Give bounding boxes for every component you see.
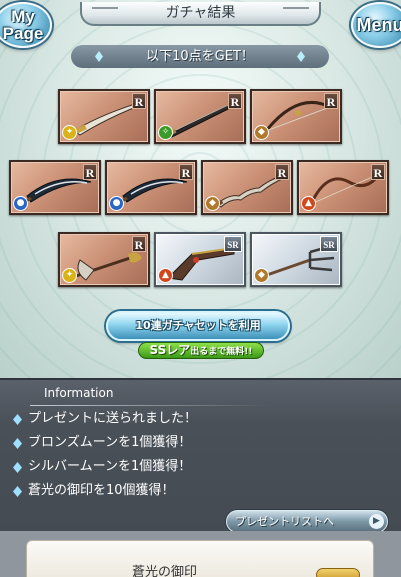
rarity-badge: R (179, 164, 193, 180)
item-detail-name: 蒼光の御印 (132, 565, 198, 577)
info-line-text: プレゼントに送られました！ (28, 411, 198, 426)
rarity-badge: R (371, 164, 385, 180)
item-card-3[interactable]: R ◆ (250, 89, 342, 144)
ss-rare-prefix: SSレア (149, 343, 191, 357)
info-line-text: 蒼光の御印を10個獲得！ (28, 483, 175, 498)
play-arrow-icon: ▶ (369, 514, 384, 529)
information-title: Information (44, 386, 114, 400)
rarity-badge: R (228, 93, 242, 109)
water-element-icon: ● (109, 196, 124, 211)
gacha-set-button[interactable]: 10連ガチャセットを利用 (106, 311, 290, 341)
information-panel: Information プレゼントに送られました！ ブロンズムーンを1個獲得！ … (0, 378, 401, 533)
info-line: シルバームーンを1個獲得！ (12, 458, 382, 476)
gem-icon (297, 51, 305, 62)
item-detail-tag (316, 568, 360, 577)
present-list-button[interactable]: プレゼントリストへ ▶ (226, 510, 388, 533)
gem-bullet-icon (13, 462, 22, 473)
present-list-label: プレゼントリストへ (235, 515, 334, 528)
item-card-9[interactable]: SR ▲ (154, 232, 246, 287)
rarity-badge: SR (224, 236, 242, 252)
item-card-7[interactable]: R ▲ (297, 160, 389, 215)
fire-element-icon: ▲ (158, 268, 173, 283)
gacha-result-stage: My Page ガチャ結果 Menu 以下10点をGET！ R ✦ R ✧ R … (0, 0, 401, 378)
gem-icon (95, 51, 103, 62)
banner-ornament-right (283, 7, 309, 17)
info-line: 蒼光の御印を10個獲得！ (12, 482, 382, 500)
rarity-badge: R (324, 93, 338, 109)
bottom-area: 蒼光の御印 (0, 531, 401, 577)
rarity-badge: R (132, 93, 146, 109)
earth-element-icon: ◆ (205, 196, 220, 211)
item-card-1[interactable]: R ✦ (58, 89, 150, 144)
wind-element-icon: ✧ (158, 125, 173, 140)
gem-bullet-icon (13, 486, 22, 497)
item-card-5[interactable]: R ● (105, 160, 197, 215)
gem-bullet-icon (13, 414, 22, 425)
gacha-set-button-label: 10連ガチャセットを利用 (135, 319, 261, 332)
item-card-4[interactable]: R ● (9, 160, 101, 215)
rarity-badge: R (132, 236, 146, 252)
light-element-icon: ✦ (62, 268, 77, 283)
info-line: プレゼントに送られました！ (12, 410, 382, 428)
info-line-text: シルバームーンを1個獲得！ (28, 459, 192, 474)
fire-element-icon: ▲ (301, 196, 316, 211)
earth-element-icon: ◆ (254, 125, 269, 140)
ss-rare-suffix: 出るまで無料!! (190, 347, 253, 357)
menu-label: Menu (356, 15, 401, 35)
my-page-button[interactable]: My Page (0, 2, 52, 48)
rarity-badge: SR (320, 236, 338, 252)
item-card-8[interactable]: R ✦ (58, 232, 150, 287)
get-banner: 以下10点をGET！ (71, 45, 329, 68)
light-element-icon: ✦ (62, 125, 77, 140)
water-element-icon: ● (13, 196, 28, 211)
info-line: ブロンズムーンを1個獲得！ (12, 434, 382, 452)
item-card-10[interactable]: SR ◆ (250, 232, 342, 287)
my-page-label-bottom: Page (2, 24, 44, 43)
gem-bullet-icon (13, 438, 22, 449)
ss-rare-ribbon: SSレア出るまで無料!! (138, 342, 264, 359)
page-title-banner: ガチャ結果 (80, 2, 321, 26)
information-divider (30, 405, 270, 406)
page-title: ガチャ結果 (165, 5, 236, 21)
get-banner-text: 以下10点をGET！ (146, 49, 254, 64)
rarity-badge: R (83, 164, 97, 180)
banner-ornament-left (92, 7, 118, 17)
rarity-badge: R (275, 164, 289, 180)
item-card-6[interactable]: R ◆ (201, 160, 293, 215)
my-page-label-top: My (11, 7, 35, 26)
earth-element-icon: ◆ (254, 268, 269, 283)
info-line-text: ブロンズムーンを1個獲得！ (28, 435, 192, 450)
menu-button[interactable]: Menu (351, 2, 401, 48)
item-card-2[interactable]: R ✧ (154, 89, 246, 144)
